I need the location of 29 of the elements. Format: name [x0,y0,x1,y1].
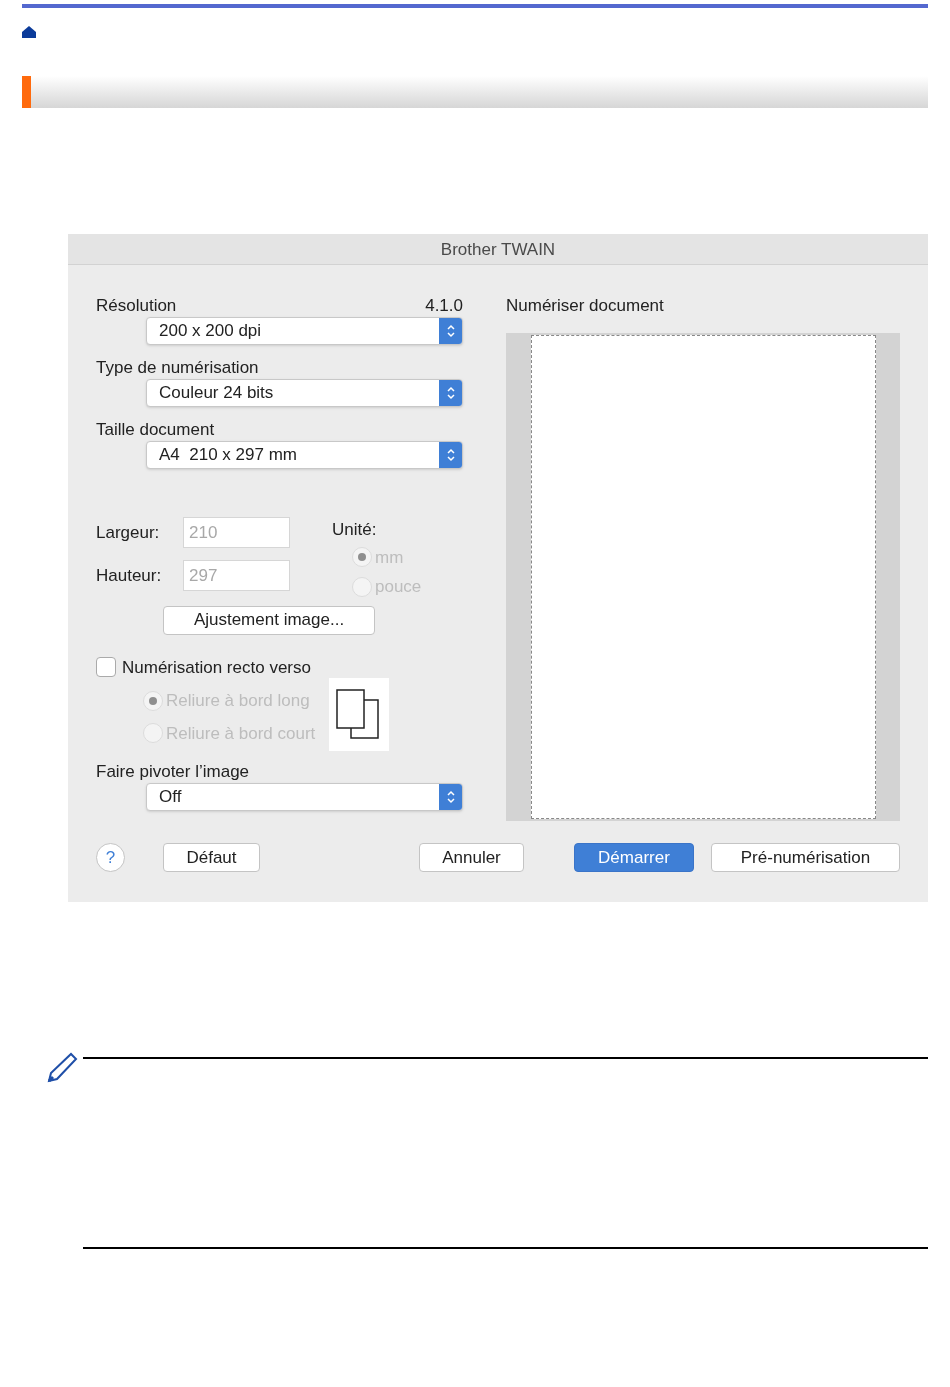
dialog-button[interactable]: Défaut [163,843,260,872]
stepper-icon [439,318,462,344]
field-label: Faire pivoter l’image [96,761,251,783]
preview-title: Numériser document [506,295,665,317]
popup-button[interactable]: A4 210 x 297 mm [146,441,463,469]
home-icon[interactable] [22,26,36,38]
field-label: Largeur: [96,521,161,544]
dialog-button[interactable]: Pré-numérisation [711,843,900,872]
popup-button[interactable]: Off [146,783,463,811]
stepper-icon [439,380,462,406]
field-label: Taille document [96,419,215,441]
popup-button[interactable]: Couleur 24 bits [146,379,463,407]
stepper-icon [439,784,462,810]
stepper-icon [439,442,462,468]
dialog-button[interactable]: Démarrer [574,843,694,872]
field-label: Hauteur: [96,564,163,587]
popup-button[interactable]: 200 x 200 dpi [146,317,463,345]
version-text: 4.1.0 [425,295,463,317]
dialog-button[interactable]: Annuler [419,843,524,872]
duplex-pages-icon [329,678,390,751]
help-button[interactable]: ? [96,843,125,872]
adjust-image-button[interactable]: Ajustement image... [163,605,375,635]
checkbox[interactable] [96,657,116,678]
checkbox-label: Numérisation recto verso [122,656,311,679]
pencil-icon [45,1052,78,1085]
window-title: Brother TWAIN [68,234,928,265]
field-label: Résolution [96,295,177,317]
field-label: Type de numérisation [96,357,259,379]
field-label: Unité: [332,519,378,541]
